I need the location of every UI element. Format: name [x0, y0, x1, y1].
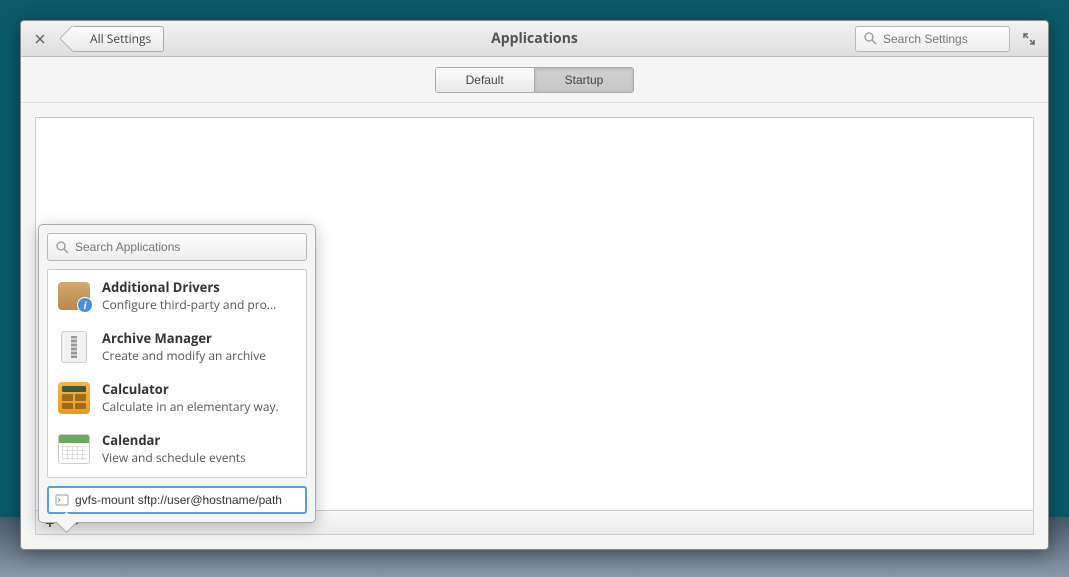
- app-list[interactable]: Additional Drivers Configure third-party…: [47, 269, 307, 478]
- mode-switcher: Default Startup: [435, 67, 635, 93]
- back-label: All Settings: [90, 30, 151, 47]
- app-name: Calculator: [102, 380, 296, 398]
- tab-default[interactable]: Default: [436, 68, 534, 92]
- app-item-archive-manager[interactable]: Archive Manager Create and modify an arc…: [48, 321, 306, 372]
- app-desc: Create and modify an archive: [102, 347, 296, 364]
- titlebar: All Settings Applications: [21, 21, 1048, 57]
- app-name: Additional Drivers: [102, 278, 296, 296]
- custom-command-input[interactable]: [75, 493, 299, 507]
- app-item-additional-drivers[interactable]: Additional Drivers Configure third-party…: [48, 270, 306, 321]
- search-icon: [56, 241, 69, 254]
- calendar-icon: [58, 433, 90, 465]
- app-desc: Calculate in an elementary way.: [102, 398, 296, 415]
- app-item-calendar[interactable]: Calendar View and schedule events: [48, 423, 306, 474]
- calculator-icon: [58, 382, 90, 414]
- app-search-field[interactable]: [47, 233, 307, 261]
- search-settings-field[interactable]: [855, 26, 1010, 52]
- archive-icon: [58, 331, 90, 363]
- app-name: Archive Manager: [102, 329, 296, 347]
- window-title: Applications: [491, 29, 578, 48]
- app-name: Calendar: [102, 431, 296, 449]
- maximize-icon[interactable]: [1018, 28, 1040, 50]
- tab-startup[interactable]: Startup: [534, 68, 634, 92]
- toolbar: Default Startup: [21, 57, 1048, 103]
- app-search-input[interactable]: [75, 240, 298, 254]
- custom-command-field[interactable]: [47, 486, 307, 514]
- search-icon: [864, 32, 877, 45]
- app-item-calculator[interactable]: Calculator Calculate in an elementary wa…: [48, 372, 306, 423]
- back-button[interactable]: All Settings: [71, 26, 164, 52]
- settings-window: All Settings Applications Default Startu…: [20, 20, 1049, 550]
- app-desc: Configure third-party and pro…: [102, 296, 296, 313]
- drivers-icon: [58, 280, 90, 312]
- search-settings-input[interactable]: [883, 32, 1001, 46]
- close-icon[interactable]: [29, 28, 51, 50]
- terminal-icon: [55, 493, 69, 507]
- app-chooser-popover: Additional Drivers Configure third-party…: [38, 224, 316, 523]
- app-desc: View and schedule events: [102, 449, 296, 466]
